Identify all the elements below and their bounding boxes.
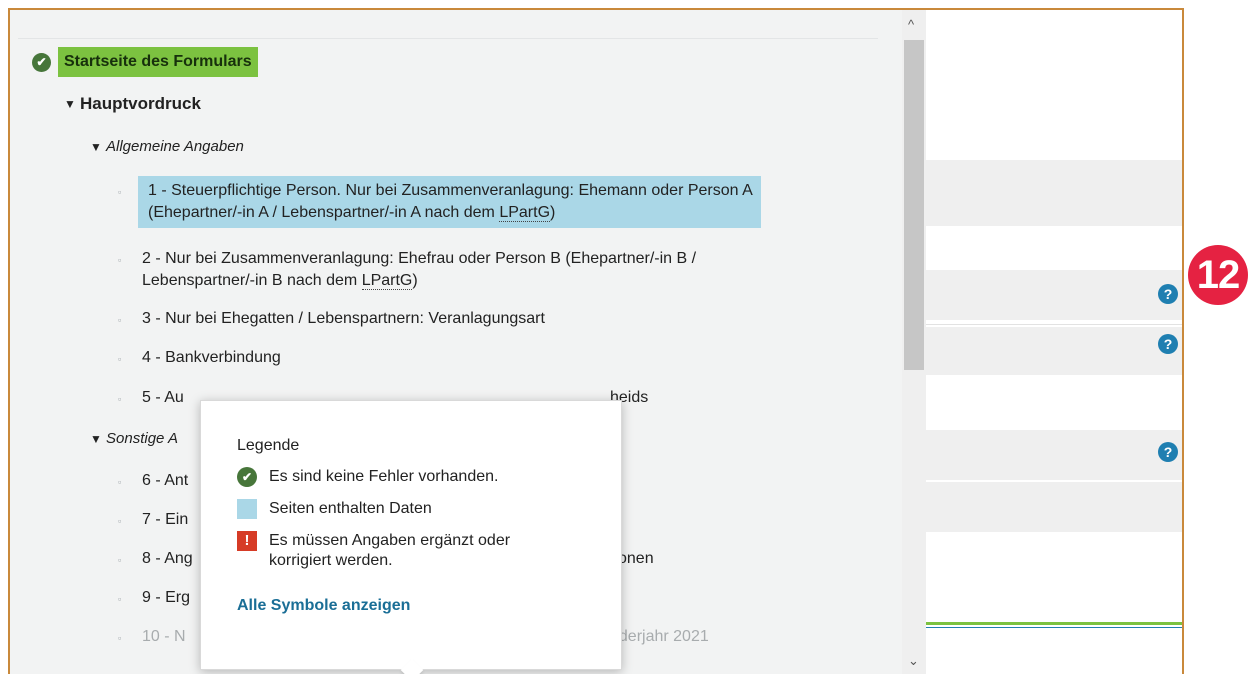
bullet-icon: ▫ <box>118 315 122 325</box>
nav-item-label: 7 - Ein <box>142 511 189 528</box>
error-icon: ! <box>237 531 257 551</box>
nav-item-label: 5 - Au <box>142 389 184 406</box>
nav-start-page-label: Startseite des Formulars <box>58 47 258 77</box>
abbr-lpartg: LPartG <box>499 204 551 222</box>
legend-row-no-errors: ✔ Es sind keine Fehler vorhanden. <box>237 467 621 487</box>
scrollbar-thumb[interactable] <box>904 40 924 370</box>
bullet-icon: ▫ <box>118 516 122 526</box>
nav-section-sonstige-angaben[interactable]: ▼ Sonstige A <box>90 430 178 447</box>
bullet-icon: ▫ <box>118 594 122 604</box>
check-circle-icon: ✔ <box>237 467 257 487</box>
form-row-band <box>926 482 1182 532</box>
legend-row-text: Es müssen Angaben ergänzt oder korrigier… <box>269 532 511 569</box>
nav-item-label: 2 - Nur bei Zusammenveranlagung: Ehefrau… <box>142 250 697 290</box>
bullet-icon: ▫ <box>118 633 122 643</box>
form-row-band <box>926 327 1182 375</box>
legend-title: Legende <box>237 437 300 454</box>
form-row-band <box>926 430 1182 480</box>
nav-section-allgemeine-angaben[interactable]: ▼ Allgemeine Angaben <box>90 138 244 155</box>
nav-item-6[interactable]: ▫ 6 - Ant <box>118 470 196 493</box>
form-row-band <box>926 160 1182 226</box>
divider <box>18 38 878 39</box>
nav-item-label: 8 - Ang <box>142 550 193 567</box>
bullet-icon: ▫ <box>118 255 122 265</box>
chevron-down-icon[interactable]: ⌄ <box>908 654 919 668</box>
nav-item-4[interactable]: ▫ 4 - Bankverbindung <box>118 347 289 370</box>
chevron-up-icon[interactable]: ^ <box>908 18 914 32</box>
divider <box>926 324 1182 325</box>
nav-item-10[interactable]: ▫ 10 - N <box>118 626 194 649</box>
step-badge: 12 <box>1188 245 1248 305</box>
divider <box>926 627 1182 628</box>
caret-down-icon: ▼ <box>64 97 76 111</box>
nav-item-1[interactable]: ▫ 1 - Steuerpflichtige Person. Nur bei Z… <box>118 176 761 228</box>
progress-line <box>926 622 1182 625</box>
data-square-icon <box>237 499 257 519</box>
nav-group-hauptvordruck[interactable]: ▼ Hauptvordruck <box>64 94 201 114</box>
help-icon[interactable]: ? <box>1158 442 1178 462</box>
legend-row-error: ! Es müssen Angaben ergänzt oder korrigi… <box>237 531 621 571</box>
bullet-icon: ▫ <box>118 354 122 364</box>
nav-group-label: Hauptvordruck <box>80 94 201 113</box>
legend-row-has-data: Seiten enthalten Daten <box>237 499 621 519</box>
nav-item-9[interactable]: ▫ 9 - Erg <box>118 587 198 610</box>
nav-item-2[interactable]: ▫ 2 - Nur bei Zusammenveranlagung: Ehefr… <box>118 248 704 292</box>
nav-item-3[interactable]: ▫ 3 - Nur bei Ehegatten / Lebenspartnern… <box>118 308 553 331</box>
form-content-area: ? ? ? <box>926 10 1182 674</box>
nav-item-label: 1 - Steuerpflichtige Person. Nur bei Zus… <box>138 176 761 228</box>
help-icon[interactable]: ? <box>1158 284 1178 304</box>
abbr-lpartg: LPartG <box>361 272 413 290</box>
help-icon[interactable]: ? <box>1158 334 1178 354</box>
nav-section-label: Sonstige A <box>106 430 178 447</box>
nav-item-5[interactable]: ▫ 5 - Au <box>118 387 192 410</box>
bullet-icon: ▫ <box>118 187 122 197</box>
check-circle-icon: ✔ <box>32 52 51 72</box>
bullet-icon: ▫ <box>118 394 122 404</box>
popup-arrow <box>400 658 424 674</box>
bullet-icon: ▫ <box>118 555 122 565</box>
nav-item-8[interactable]: ▫ 8 - Ang <box>118 548 201 571</box>
form-row-band <box>926 270 1182 320</box>
bullet-icon: ▫ <box>118 477 122 487</box>
nav-item-10-tail: nderjahr 2021 <box>610 628 709 645</box>
legend-row-text: Es sind keine Fehler vorhanden. <box>269 468 499 485</box>
nav-start-page[interactable]: ✔ Startseite des Formulars <box>32 46 258 78</box>
nav-item-label: 3 - Nur bei Ehegatten / Lebenspartnern: … <box>142 310 545 327</box>
nav-item-7[interactable]: ▫ 7 - Ein <box>118 509 196 532</box>
nav-item-label: 9 - Erg <box>142 589 191 606</box>
caret-down-icon: ▼ <box>90 431 102 446</box>
legend-row-text: Seiten enthalten Daten <box>269 500 432 517</box>
show-all-symbols-link[interactable]: Alle Symbole anzeigen <box>237 597 410 615</box>
legend-popup: Legende ✔ Es sind keine Fehler vorhanden… <box>200 400 622 674</box>
caret-down-icon: ▼ <box>90 139 102 154</box>
nav-item-label: 6 - Ant <box>142 472 189 489</box>
nav-item-label: 10 - N <box>142 628 186 645</box>
nav-scrollbar[interactable]: ^ ⌄ <box>902 10 926 674</box>
nav-section-label: Allgemeine Angaben <box>106 138 244 155</box>
app-frame: ✔ Startseite des Formulars ▼ Hauptvordru… <box>8 8 1184 674</box>
nav-item-label: 4 - Bankverbindung <box>142 349 281 366</box>
